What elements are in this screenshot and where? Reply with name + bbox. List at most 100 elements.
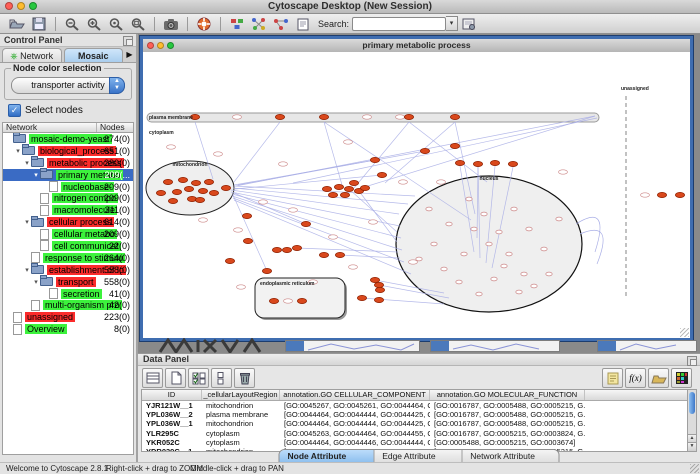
cytoplasm-node[interactable] xyxy=(340,192,349,197)
mitochondrion-node[interactable] xyxy=(221,185,230,190)
tree-row[interactable]: ▾metabolic process280(0) xyxy=(3,157,133,169)
nucleus-node[interactable] xyxy=(491,277,497,281)
table-row[interactable]: YPL036W__2plasma membrane[GO:0044464, GO… xyxy=(142,410,688,419)
nucleus-node[interactable] xyxy=(506,252,512,256)
mitochondrion-node[interactable] xyxy=(172,189,181,194)
open-session-icon[interactable] xyxy=(6,15,28,33)
tree-row[interactable]: ▾transport558(0) xyxy=(3,276,133,288)
expand-arrow-icon[interactable]: ▾ xyxy=(23,266,31,274)
tree-row[interactable]: Overview8(0) xyxy=(3,323,133,335)
cytoplasm-node[interactable] xyxy=(328,192,337,197)
enhanced-search-icon[interactable] xyxy=(458,15,480,33)
tree-column-network[interactable]: Network xyxy=(3,123,97,132)
membrane-node[interactable] xyxy=(319,114,328,119)
search-input[interactable] xyxy=(352,17,446,31)
background-network-thumbnail[interactable] xyxy=(156,338,266,354)
cytoplasm-node[interactable] xyxy=(450,143,459,148)
zoom-fit-icon[interactable] xyxy=(127,15,149,33)
cytoplasm-node[interactable] xyxy=(360,185,369,190)
cytoplasm-node[interactable] xyxy=(374,282,383,287)
mitochondrion-node[interactable] xyxy=(198,188,207,193)
float-panel-icon[interactable] xyxy=(687,356,697,366)
tree-row[interactable]: ▾cellular process614(0) xyxy=(3,216,133,228)
tab-node-attribute-browser[interactable]: Node Attribute Browser xyxy=(280,450,375,462)
trash-icon[interactable] xyxy=(234,368,255,388)
tree-row[interactable]: macromolecule311(0) xyxy=(3,204,133,216)
new-attr-icon[interactable] xyxy=(165,368,186,388)
expand-arrow-icon[interactable]: ▾ xyxy=(32,171,40,179)
nucleus-node[interactable] xyxy=(521,272,527,276)
unassigned-node[interactable] xyxy=(675,192,684,197)
network-window-titlebar[interactable]: primary metabolic process xyxy=(143,39,690,53)
nucleus-node[interactable] xyxy=(466,197,472,201)
cytoplasm-node[interactable] xyxy=(473,161,482,166)
window-resize-grip[interactable] xyxy=(690,464,699,473)
mitochondrion-node[interactable] xyxy=(204,179,213,184)
tab-edge-attribute-browser[interactable]: Edge Attribute Browser xyxy=(374,450,462,462)
tab-network-attribute-browser[interactable]: Network Attribute Browser xyxy=(462,450,558,462)
table-row[interactable]: YKR052Ccytoplasm[GO:0044464, GO:0044446,… xyxy=(142,438,688,447)
mitochondrion-node[interactable] xyxy=(209,190,218,195)
membrane-node[interactable] xyxy=(404,114,413,119)
nucleus-node[interactable] xyxy=(556,217,562,221)
tree-row[interactable]: multi-organism pro42(0) xyxy=(3,299,133,311)
tab-network[interactable]: ⎈ Network xyxy=(2,48,62,62)
table-row[interactable]: YPL036W__1mitochondrion[GO:0044464, GO:0… xyxy=(142,419,688,428)
cytoplasm-node[interactable] xyxy=(282,247,291,252)
vizmapper-icon[interactable] xyxy=(226,15,248,33)
cytoplasm-node[interactable] xyxy=(344,186,353,191)
unassigned-node[interactable] xyxy=(657,192,666,197)
mitochondrion-node[interactable] xyxy=(195,197,204,202)
zoom-in-icon[interactable] xyxy=(83,15,105,33)
check-grid-icon[interactable] xyxy=(188,368,209,388)
tree-row[interactable]: unassigned223(0) xyxy=(3,311,133,323)
background-window[interactable] xyxy=(597,340,697,352)
nucleus-node[interactable] xyxy=(531,284,537,288)
layout-2-icon[interactable] xyxy=(270,15,292,33)
cytoplasm-node[interactable] xyxy=(301,221,310,226)
tree-row[interactable]: response to stimulu264(0) xyxy=(3,252,133,264)
nucleus-node[interactable] xyxy=(431,242,437,246)
nucleus-node[interactable] xyxy=(446,222,452,226)
nucleus-node[interactable] xyxy=(441,267,447,271)
column-header[interactable]: annotation.GO CELLULAR_COMPONENT xyxy=(280,390,430,400)
annotation-icon[interactable] xyxy=(292,15,314,33)
nucleus-node[interactable] xyxy=(426,207,432,211)
table-row[interactable]: YLR295Ccytoplasm[GO:0045263, GO:0044464,… xyxy=(142,429,688,438)
cytoplasm-node[interactable] xyxy=(490,160,499,165)
node-color-dropdown[interactable]: transporter activity ▲▼ xyxy=(11,77,125,94)
layout-1-icon[interactable] xyxy=(248,15,270,33)
scrollbar-thumb[interactable] xyxy=(689,392,695,414)
network-canvas[interactable]: plasma membranecytoplasmmitochondrionnuc… xyxy=(143,52,690,338)
expand-arrow-icon[interactable]: ▾ xyxy=(32,278,40,286)
column-header[interactable]: _cellularLayoutRegion xyxy=(202,390,280,400)
float-panel-icon[interactable] xyxy=(123,36,133,46)
background-window[interactable] xyxy=(285,340,420,352)
membrane-node[interactable] xyxy=(450,114,459,119)
cytoplasm-node[interactable] xyxy=(334,184,343,189)
nucleus-node[interactable] xyxy=(546,272,552,276)
nucleus-node[interactable] xyxy=(481,212,487,216)
cytoplasm-node[interactable] xyxy=(292,245,301,250)
mitochondrion-node[interactable] xyxy=(156,190,165,195)
tree-row[interactable]: ▾biological_process651(0) xyxy=(3,145,133,157)
snapshot-icon[interactable] xyxy=(160,15,182,33)
zoom-out-icon[interactable] xyxy=(61,15,83,33)
expand-arrow-icon[interactable]: ▾ xyxy=(14,147,22,155)
nucleus-node[interactable] xyxy=(501,264,507,268)
cytoplasm-node[interactable] xyxy=(370,277,379,282)
tab-scroll-right-icon[interactable]: ▶ xyxy=(123,47,136,62)
table-scrollbar[interactable]: ▲ ▼ xyxy=(687,389,697,452)
tree-row[interactable]: cellular metabo209(0) xyxy=(3,228,133,240)
nucleus-node[interactable] xyxy=(486,242,492,246)
mitochondrion-node[interactable] xyxy=(163,179,172,184)
network-tree[interactable]: mosaic-demo-yeast874(0)▾biological_proce… xyxy=(2,132,134,455)
cytoplasm-node[interactable] xyxy=(420,148,429,153)
matrix-icon[interactable] xyxy=(671,368,692,388)
mitochondrion-node[interactable] xyxy=(184,186,193,191)
cytoplasm-node[interactable] xyxy=(272,247,281,252)
nucleus-node[interactable] xyxy=(471,227,477,231)
network-resize-grip[interactable] xyxy=(680,328,689,337)
column-header[interactable]: annotation.GO MOLECULAR_FUNCTION xyxy=(430,390,585,400)
attr-table-icon[interactable] xyxy=(142,368,163,388)
